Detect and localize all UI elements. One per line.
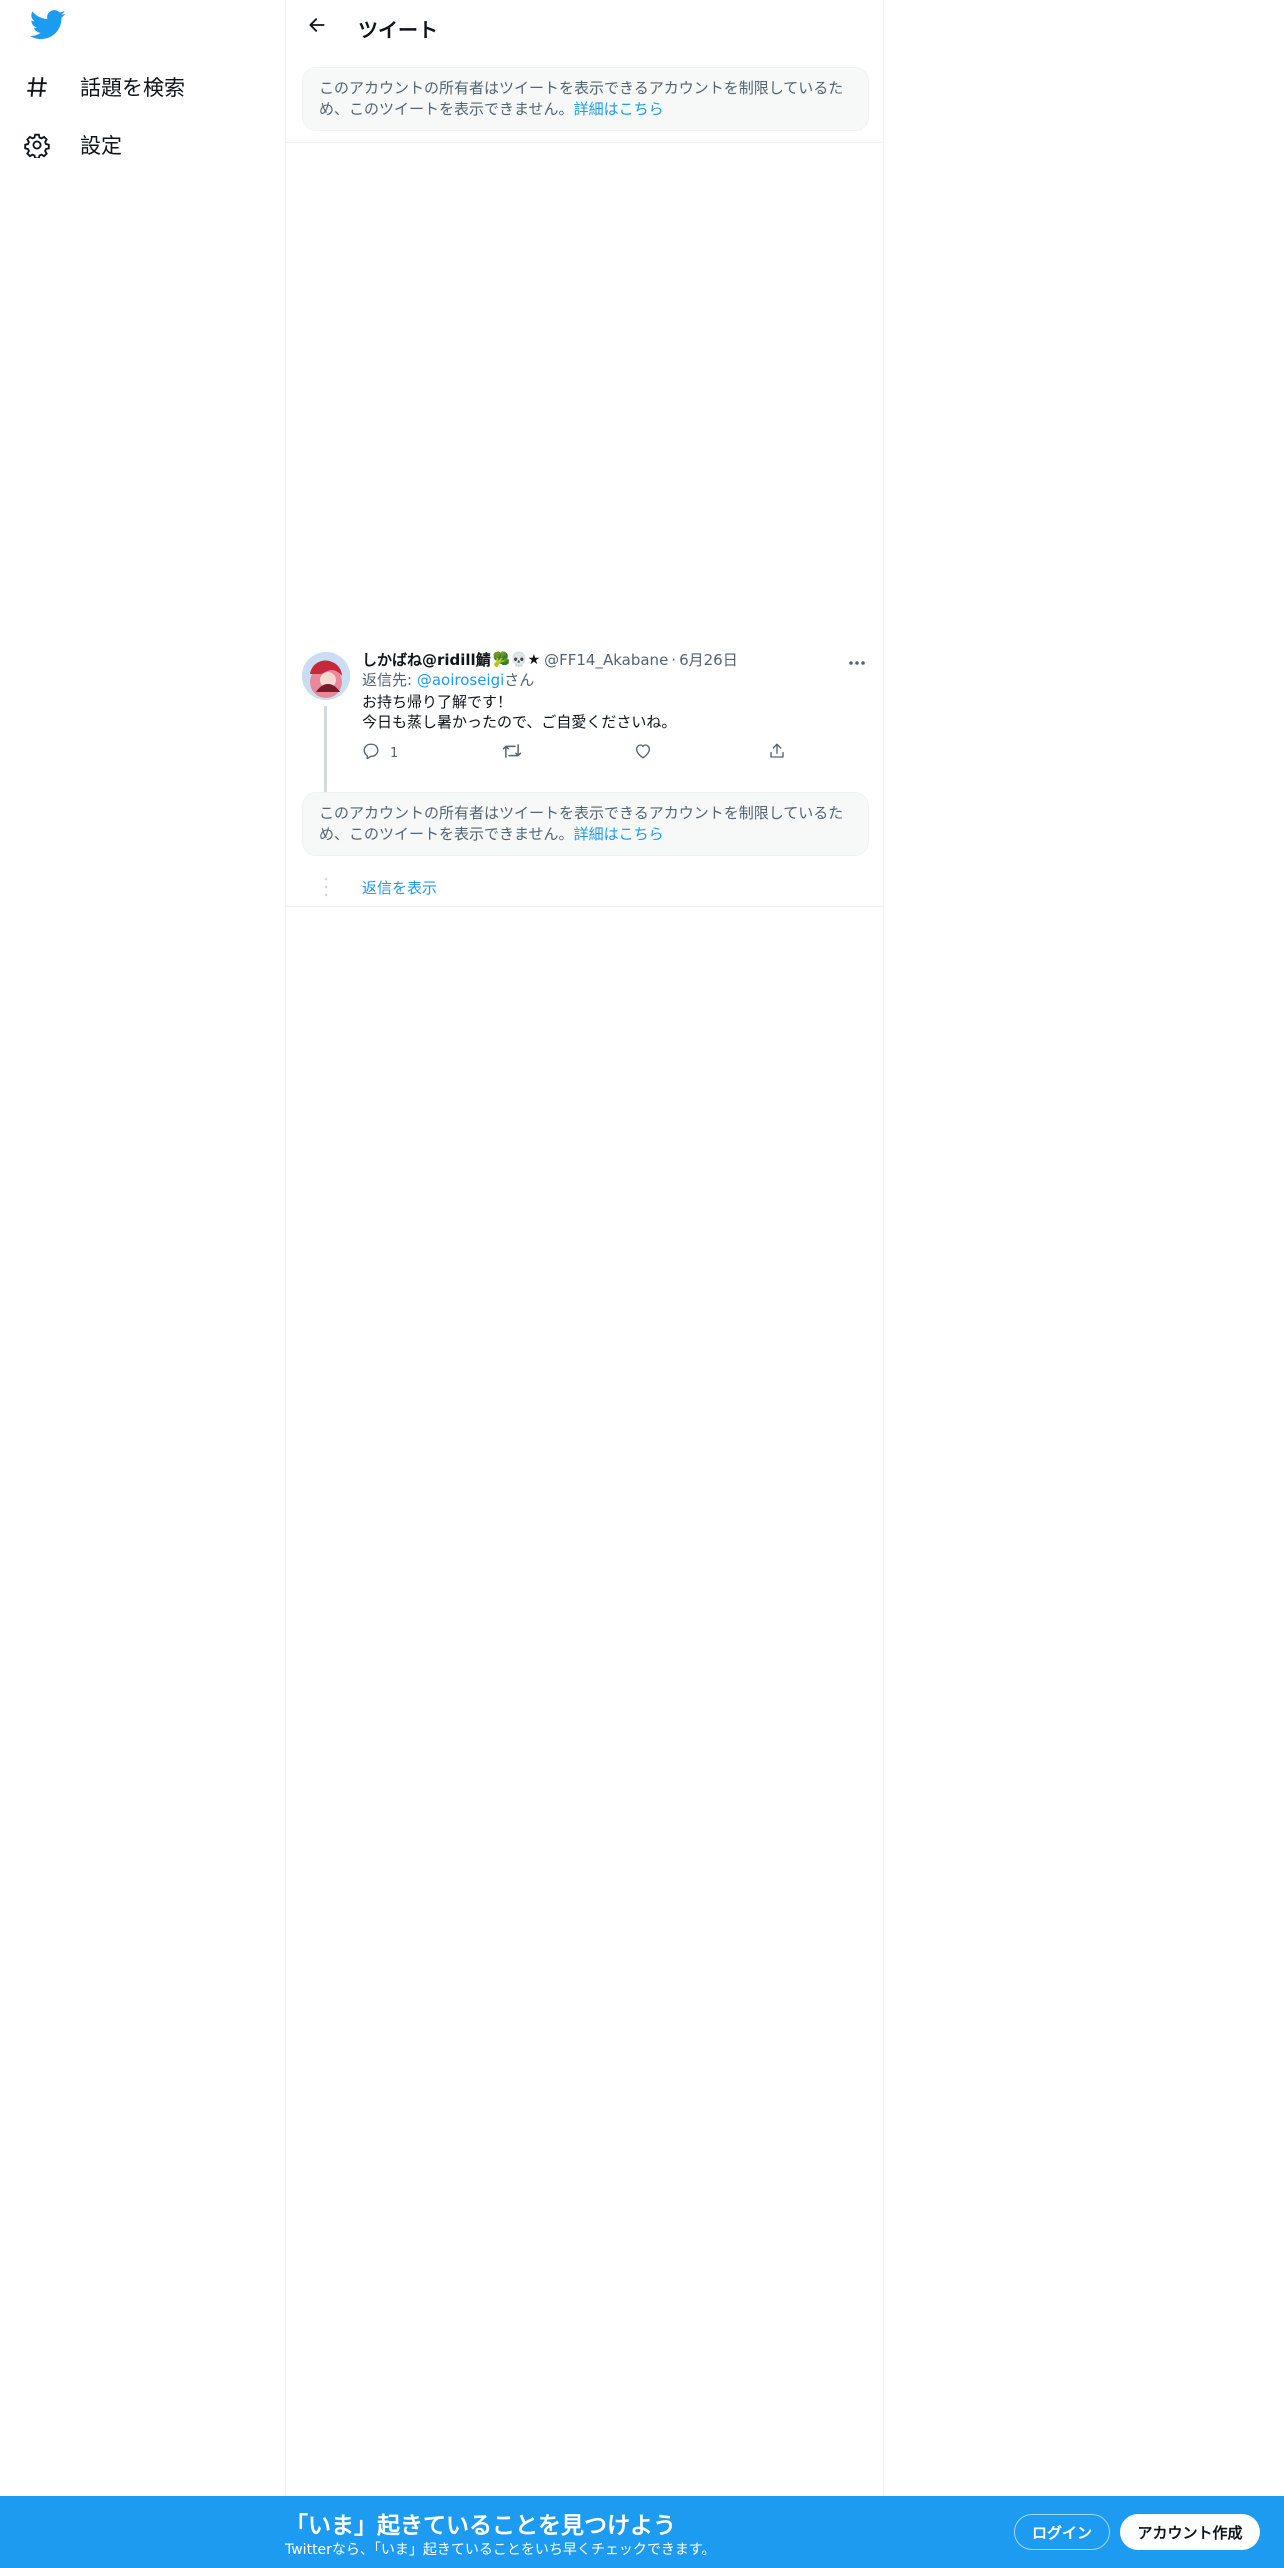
learn-more-link[interactable]: 詳細はこちら <box>574 100 664 118</box>
more-options-button[interactable] <box>845 650 869 670</box>
reply-icon <box>362 742 380 764</box>
login-button[interactable]: ログイン <box>1014 2514 1110 2550</box>
like-button[interactable] <box>634 742 652 764</box>
tweet-text: お持ち帰り了解です！ 今日も蒸し暑かったので、ご自愛くださいね。 <box>362 692 869 732</box>
signup-banner: 「いま」起きていることを見つけよう Twitterなら、「いま」起きていることを… <box>0 2496 1284 2568</box>
retweet-icon <box>502 742 522 764</box>
page-header: ツイート <box>286 0 883 54</box>
tweet-time[interactable]: 6月26日 <box>679 650 738 670</box>
reply-prefix: 返信先: <box>362 671 417 689</box>
reply-count: 1 <box>390 745 399 761</box>
main-column: ツイート このアカウントの所有者はツイートを表示できるアカウントを制限しているた… <box>285 0 884 2496</box>
author-emojis: 🥦💀★ <box>492 652 541 668</box>
show-replies-link[interactable]: 返信を表示 <box>362 877 437 898</box>
author-handle[interactable]: @FF14_Akabane <box>544 650 668 670</box>
back-button[interactable] <box>300 10 334 44</box>
ellipsis-icon <box>848 651 866 670</box>
divider <box>286 906 883 907</box>
share-icon <box>768 742 786 764</box>
restricted-notice: このアカウントの所有者はツイートを表示できるアカウントを制限しているため、このツ… <box>302 67 869 131</box>
reply-to: 返信先: @aoiroseigiさん <box>362 670 869 690</box>
tweet-actions: 1 <box>362 738 869 770</box>
reply-button[interactable]: 1 <box>362 742 398 764</box>
arrow-left-icon <box>307 15 327 39</box>
tweet-body: しかばね@ridill鯖 🥦💀★ @FF14_Akabane · 6月26日 返… <box>362 650 869 770</box>
heart-icon <box>634 742 652 764</box>
restricted-notice: このアカウントの所有者はツイートを表示できるアカウントを制限しているため、このツ… <box>302 792 869 856</box>
reply-mention-link[interactable]: @aoiroseigi <box>417 671 504 689</box>
vertical-dots-icon <box>322 874 330 900</box>
sidebar-item-explore[interactable]: 話題を検索 <box>24 61 185 113</box>
tweet-text-line: お持ち帰り了解です！ <box>362 693 513 711</box>
reply-suffix: さん <box>504 671 535 689</box>
tweet-header: しかばね@ridill鯖 🥦💀★ @FF14_Akabane · 6月26日 <box>362 650 869 670</box>
retweet-button[interactable] <box>502 742 522 764</box>
separator-dot: · <box>671 651 677 669</box>
learn-more-link[interactable]: 詳細はこちら <box>574 825 664 843</box>
twitter-bird-icon[interactable] <box>29 10 68 48</box>
sidebar: 話題を検索 設定 <box>0 0 285 2568</box>
page-title: ツイート <box>358 18 438 42</box>
hashtag-icon <box>24 74 68 100</box>
signup-button[interactable]: アカウント作成 <box>1120 2514 1260 2550</box>
divider <box>286 142 883 143</box>
avatar[interactable] <box>302 652 350 700</box>
show-replies-row[interactable]: 返信を表示 <box>302 872 869 902</box>
tweet-text-line: 今日も蒸し暑かったので、ご自愛くださいね。 <box>362 713 677 731</box>
gear-icon <box>24 132 68 158</box>
share-button[interactable] <box>768 742 786 764</box>
banner-title: 「いま」起きていることを見つけよう <box>285 2513 676 2539</box>
sidebar-item-label: 設定 <box>80 134 122 158</box>
sidebar-item-label: 話題を検索 <box>80 76 185 100</box>
sidebar-item-settings[interactable]: 設定 <box>24 119 122 171</box>
banner-subtitle: Twitterなら、「いま」起きていることをいち早くチェックできます。 <box>285 2542 716 2558</box>
author-name[interactable]: しかばね@ridill鯖 <box>362 650 491 670</box>
